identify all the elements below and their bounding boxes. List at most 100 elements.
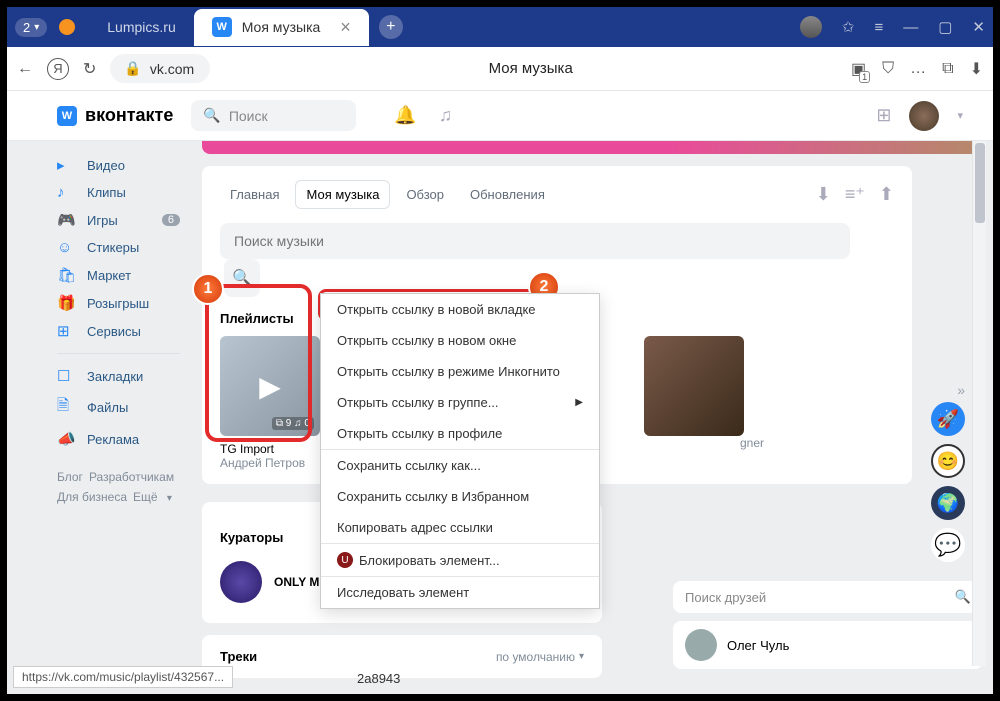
ctx-save-favorite[interactable]: Сохранить ссылку в Избранном [321, 481, 599, 512]
clips-icon: ♪ [57, 184, 77, 201]
music-icon[interactable]: ♫ [439, 105, 453, 126]
playlist-cover[interactable] [644, 336, 744, 436]
lumpics-favicon [59, 19, 75, 35]
chevron-down-icon: ▾ [579, 651, 584, 662]
ctx-block-element[interactable]: UБлокировать элемент... [321, 544, 599, 576]
friend-row[interactable]: Олег Чуль [673, 621, 983, 669]
close-window-icon[interactable]: ✕ [972, 18, 985, 36]
menu-icon[interactable]: ≡ [874, 19, 883, 36]
user-avatar[interactable] [909, 101, 939, 131]
ctx-save-as[interactable]: Сохранить ссылку как... [321, 450, 599, 481]
playlist-add-icon[interactable]: ≡⁺ [845, 184, 865, 205]
url-field[interactable]: 🔒 vk.com [110, 54, 210, 83]
sticker-item[interactable]: 🌍 [931, 486, 965, 520]
banner [202, 141, 983, 154]
sidebar: ▸Видео ♪Клипы 🎮Игры6 ☺Стикеры 🛍Маркет 🎁Р… [7, 141, 192, 694]
profile-avatar[interactable] [800, 16, 822, 38]
chevron-right-icon: ▶ [575, 397, 583, 408]
bell-icon[interactable]: 🔔 [394, 105, 416, 126]
sidebar-item-video[interactable]: ▸Видео [57, 151, 180, 179]
download-icon[interactable]: ⬇ [816, 184, 831, 205]
file-icon: 🗎 [57, 395, 77, 420]
new-tab-button[interactable]: + [379, 15, 403, 39]
close-tab-icon[interactable]: × [340, 17, 351, 38]
services-grid-icon[interactable]: ⊞ [876, 105, 891, 126]
annotation-badge-1: 1 [192, 273, 224, 305]
sidebar-item-giveaway[interactable]: 🎁Розыгрыш [57, 289, 180, 317]
sidebar-item-services[interactable]: ⊞Сервисы [57, 317, 180, 345]
tab-my-music[interactable]: Моя музыка [295, 180, 390, 209]
main-content: Главная Моя музыка Обзор Обновления ⬇ ≡⁺… [192, 141, 993, 694]
gift-icon: 🎁 [57, 294, 77, 312]
vk-header: W вконтакте 🔍 Поиск 🔔 ♫ ⊞ ▾ [7, 91, 993, 141]
sidebar-item-market[interactable]: 🛍Маркет [57, 261, 180, 289]
ctx-open-incognito[interactable]: Открыть ссылку в режиме Инкогнито [321, 356, 599, 387]
sticker-chat[interactable]: 💬 [931, 528, 965, 562]
collapse-chevron[interactable]: » [957, 382, 965, 398]
stickers-icon: ☺ [57, 239, 77, 256]
address-bar: ← Я ↻ 🔒 vk.com Моя музыка ▣ ⛉ … ⧉ ⬇ [7, 47, 993, 91]
tab-main[interactable]: Главная [220, 181, 289, 208]
sticker-item[interactable]: 😊 [931, 444, 965, 478]
sticker-item[interactable]: 🚀 [931, 402, 965, 436]
vk-icon: W [212, 17, 232, 37]
sort-dropdown[interactable]: по умолчанию ▾ [496, 650, 584, 664]
download-icon[interactable]: ⬇ [970, 59, 983, 79]
extension-icon[interactable]: ⧉ [942, 60, 953, 78]
vk-search[interactable]: 🔍 Поиск [191, 100, 356, 131]
scrollbar[interactable] [972, 141, 986, 666]
tab-counter[interactable]: 2 ▾ [15, 18, 47, 37]
maximize-icon[interactable]: ▢ [938, 18, 952, 36]
sidebar-item-games[interactable]: 🎮Игры6 [57, 206, 180, 234]
tab-lumpics[interactable]: Lumpics.ru [89, 11, 193, 43]
collections-icon[interactable]: ▣ [851, 59, 866, 79]
sticker-panel: 🚀 😊 🌍 💬 [931, 402, 965, 562]
page-title: Моя музыка [224, 60, 837, 77]
bookmark-icon[interactable]: ✩ [842, 18, 855, 36]
vk-icon: W [57, 106, 77, 126]
ctx-open-group[interactable]: Открыть ссылку в группе...▶ [321, 387, 599, 418]
ctx-inspect[interactable]: Исследовать элемент [321, 577, 599, 608]
friends-search[interactable]: Поиск друзей 🔍 [673, 581, 983, 613]
sidebar-item-bookmarks[interactable]: ☐Закладки [57, 362, 180, 390]
tab-vk-active[interactable]: W Моя музыка × [194, 9, 369, 46]
track-id: 2a8943 [357, 671, 400, 686]
more-icon[interactable]: … [910, 60, 926, 78]
playlist-other[interactable]: gner [644, 336, 764, 450]
curator-avatar [220, 561, 262, 603]
yandex-icon[interactable]: Я [47, 58, 69, 80]
vk-logo[interactable]: W вконтакте [57, 105, 173, 126]
sidebar-footer: БлогРазработчикам Для бизнесаЕщё ▾ [57, 467, 180, 508]
ctx-open-new-window[interactable]: Открыть ссылку в новом окне [321, 325, 599, 356]
ads-icon: 📣 [57, 430, 77, 448]
video-icon: ▸ [57, 156, 77, 174]
ublock-icon: U [337, 552, 353, 568]
minimize-icon[interactable]: — [903, 19, 918, 36]
shield-icon[interactable]: ⛉ [882, 60, 894, 78]
music-search-input[interactable] [220, 223, 850, 259]
sidebar-item-stickers[interactable]: ☺Стикеры [57, 234, 180, 261]
friend-avatar [685, 629, 717, 661]
sidebar-item-clips[interactable]: ♪Клипы [57, 179, 180, 206]
upload-icon[interactable]: ⬆ [879, 184, 894, 205]
browser-tab-bar: 2 ▾ Lumpics.ru W Моя музыка × + ✩ ≡ — ▢ … [7, 7, 993, 47]
music-tabs: Главная Моя музыка Обзор Обновления ⬇ ≡⁺… [220, 180, 894, 209]
chevron-down-icon: ▾ [34, 22, 39, 33]
reload-icon[interactable]: ↻ [83, 59, 96, 79]
tab-updates[interactable]: Обновления [460, 181, 555, 208]
services-icon: ⊞ [57, 322, 77, 340]
sidebar-item-files[interactable]: 🗎Файлы [57, 390, 180, 425]
sidebar-item-ads[interactable]: 📣Реклама [57, 425, 180, 453]
annotation-box-1 [205, 284, 312, 442]
back-icon[interactable]: ← [17, 60, 33, 78]
search-icon: 🔍 [203, 107, 220, 124]
search-icon: 🔍 [955, 589, 971, 605]
bookmark-icon: ☐ [57, 367, 77, 385]
games-icon: 🎮 [57, 211, 77, 229]
section-tracks: Треки [220, 649, 257, 664]
tab-overview[interactable]: Обзор [396, 181, 454, 208]
ctx-open-new-tab[interactable]: Открыть ссылку в новой вкладке [321, 294, 599, 325]
chevron-down-icon[interactable]: ▾ [957, 109, 963, 122]
ctx-open-profile[interactable]: Открыть ссылку в профиле [321, 418, 599, 449]
ctx-copy-link[interactable]: Копировать адрес ссылки [321, 512, 599, 543]
